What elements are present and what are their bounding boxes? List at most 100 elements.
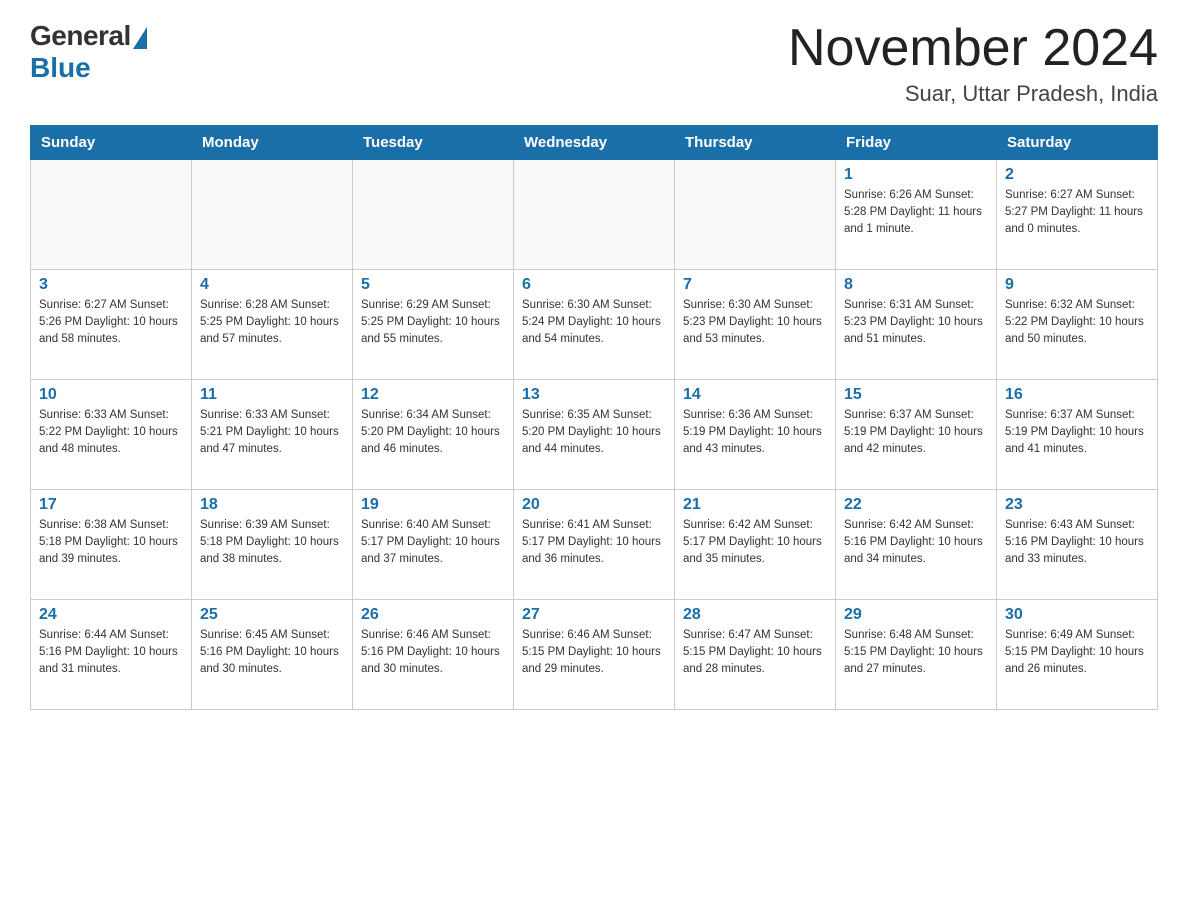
calendar-week-row: 10 Sunrise: 6:33 AM Sunset: 5:22 PM Dayli…	[31, 380, 1158, 490]
calendar-day-cell: 18Sunrise: 6:39 AM Sunset: 5:18 PM Dayli…	[192, 490, 353, 600]
day-number: 19	[361, 496, 505, 514]
calendar-day-cell: 29 Sunrise: 6:48 AM Sunset: 5:15 PM Dayli…	[836, 600, 997, 710]
day-number: 18	[200, 496, 344, 514]
day-info: Sunrise: 6:27 AM Sunset: 5:27 PM Dayligh…	[1005, 187, 1149, 237]
calendar-week-row: 17 Sunrise: 6:38 AM Sunset: 5:18 PM Dayli…	[31, 490, 1158, 600]
calendar-table: SundayMondayTuesdayWednesdayThursdayFrid…	[30, 125, 1158, 710]
day-info: Sunrise: 6:33 AM Sunset: 5:22 PM Dayligh…	[39, 407, 183, 457]
day-info: Sunrise: 6:32 AM Sunset: 5:22 PM Dayligh…	[1005, 297, 1149, 347]
day-number: 6	[522, 276, 666, 294]
day-number: 26	[361, 606, 505, 624]
calendar-day-cell: 26 Sunrise: 6:46 AM Sunset: 5:16 PM Dayli…	[353, 600, 514, 710]
calendar-day-cell: 4 Sunrise: 6:28 AM Sunset: 5:25 PM Daylig…	[192, 270, 353, 380]
logo-blue-text: Blue	[30, 52, 91, 84]
day-number: 12	[361, 386, 505, 404]
calendar-day-cell	[675, 160, 836, 270]
day-info: Sunrise: 6:37 AM Sunset: 5:19 PM Dayligh…	[1005, 407, 1149, 457]
day-of-week-header: Thursday	[675, 126, 836, 160]
logo: General Blue	[30, 20, 147, 84]
day-number: 21	[683, 496, 827, 514]
day-info: Sunrise: 6:29 AM Sunset: 5:25 PM Dayligh…	[361, 297, 505, 347]
calendar-day-cell: 21 Sunrise: 6:42 AM Sunset: 5:17 PM Dayli…	[675, 490, 836, 600]
day-info: Sunrise: 6:35 AM Sunset: 5:20 PM Dayligh…	[522, 407, 666, 457]
calendar-day-cell: 17 Sunrise: 6:38 AM Sunset: 5:18 PM Dayli…	[31, 490, 192, 600]
day-info: Sunrise: 6:46 AM Sunset: 5:15 PM Dayligh…	[522, 627, 666, 677]
day-info: Sunrise: 6:46 AM Sunset: 5:16 PM Dayligh…	[361, 627, 505, 677]
day-number: 25	[200, 606, 344, 624]
calendar-day-cell	[514, 160, 675, 270]
calendar-day-cell: 22 Sunrise: 6:42 AM Sunset: 5:16 PM Dayli…	[836, 490, 997, 600]
day-number: 7	[683, 276, 827, 294]
calendar-day-cell: 23 Sunrise: 6:43 AM Sunset: 5:16 PM Dayli…	[997, 490, 1158, 600]
day-info: Sunrise: 6:28 AM Sunset: 5:25 PM Dayligh…	[200, 297, 344, 347]
calendar-day-cell: 8 Sunrise: 6:31 AM Sunset: 5:23 PM Daylig…	[836, 270, 997, 380]
day-number: 24	[39, 606, 183, 624]
calendar-day-cell: 5 Sunrise: 6:29 AM Sunset: 5:25 PM Daylig…	[353, 270, 514, 380]
day-info: Sunrise: 6:26 AM Sunset: 5:28 PM Dayligh…	[844, 187, 988, 237]
calendar-day-cell: 10 Sunrise: 6:33 AM Sunset: 5:22 PM Dayli…	[31, 380, 192, 490]
day-number: 10	[39, 386, 183, 404]
day-of-week-header: Sunday	[31, 126, 192, 160]
day-number: 2	[1005, 166, 1149, 184]
calendar-day-cell: 3Sunrise: 6:27 AM Sunset: 5:26 PM Daylig…	[31, 270, 192, 380]
title-block: November 2024 Suar, Uttar Pradesh, India	[788, 20, 1158, 107]
day-number: 5	[361, 276, 505, 294]
day-number: 28	[683, 606, 827, 624]
day-number: 3	[39, 276, 183, 294]
day-info: Sunrise: 6:33 AM Sunset: 5:21 PM Dayligh…	[200, 407, 344, 457]
calendar-day-cell	[31, 160, 192, 270]
calendar-week-row: 3Sunrise: 6:27 AM Sunset: 5:26 PM Daylig…	[31, 270, 1158, 380]
day-info: Sunrise: 6:43 AM Sunset: 5:16 PM Dayligh…	[1005, 517, 1149, 567]
calendar-day-cell: 19 Sunrise: 6:40 AM Sunset: 5:17 PM Dayli…	[353, 490, 514, 600]
calendar-day-cell: 30 Sunrise: 6:49 AM Sunset: 5:15 PM Dayli…	[997, 600, 1158, 710]
calendar-day-cell: 2 Sunrise: 6:27 AM Sunset: 5:27 PM Daylig…	[997, 160, 1158, 270]
day-of-week-header: Tuesday	[353, 126, 514, 160]
day-of-week-header: Monday	[192, 126, 353, 160]
day-number: 9	[1005, 276, 1149, 294]
day-of-week-header: Saturday	[997, 126, 1158, 160]
day-number: 13	[522, 386, 666, 404]
day-number: 8	[844, 276, 988, 294]
calendar-day-cell: 13 Sunrise: 6:35 AM Sunset: 5:20 PM Dayli…	[514, 380, 675, 490]
day-number: 20	[522, 496, 666, 514]
day-number: 11	[200, 386, 344, 404]
day-number: 15	[844, 386, 988, 404]
day-number: 23	[1005, 496, 1149, 514]
day-info: Sunrise: 6:30 AM Sunset: 5:23 PM Dayligh…	[683, 297, 827, 347]
calendar-day-cell: 7 Sunrise: 6:30 AM Sunset: 5:23 PM Daylig…	[675, 270, 836, 380]
day-info: Sunrise: 6:49 AM Sunset: 5:15 PM Dayligh…	[1005, 627, 1149, 677]
logo-general-text: General	[30, 20, 131, 52]
day-number: 14	[683, 386, 827, 404]
calendar-day-cell: 20 Sunrise: 6:41 AM Sunset: 5:17 PM Dayli…	[514, 490, 675, 600]
day-number: 22	[844, 496, 988, 514]
day-number: 30	[1005, 606, 1149, 624]
day-of-week-header: Friday	[836, 126, 997, 160]
day-info: Sunrise: 6:42 AM Sunset: 5:17 PM Dayligh…	[683, 517, 827, 567]
day-info: Sunrise: 6:48 AM Sunset: 5:15 PM Dayligh…	[844, 627, 988, 677]
day-number: 16	[1005, 386, 1149, 404]
logo-triangle-icon	[133, 27, 147, 49]
day-number: 27	[522, 606, 666, 624]
calendar-header-row: SundayMondayTuesdayWednesdayThursdayFrid…	[31, 126, 1158, 160]
day-info: Sunrise: 6:40 AM Sunset: 5:17 PM Dayligh…	[361, 517, 505, 567]
location-subtitle: Suar, Uttar Pradesh, India	[788, 81, 1158, 107]
day-info: Sunrise: 6:44 AM Sunset: 5:16 PM Dayligh…	[39, 627, 183, 677]
calendar-day-cell: 15 Sunrise: 6:37 AM Sunset: 5:19 PM Dayli…	[836, 380, 997, 490]
day-info: Sunrise: 6:37 AM Sunset: 5:19 PM Dayligh…	[844, 407, 988, 457]
day-info: Sunrise: 6:41 AM Sunset: 5:17 PM Dayligh…	[522, 517, 666, 567]
calendar-day-cell	[192, 160, 353, 270]
day-number: 29	[844, 606, 988, 624]
calendar-day-cell: 14Sunrise: 6:36 AM Sunset: 5:19 PM Dayli…	[675, 380, 836, 490]
calendar-day-cell: 25Sunrise: 6:45 AM Sunset: 5:16 PM Dayli…	[192, 600, 353, 710]
calendar-day-cell: 16 Sunrise: 6:37 AM Sunset: 5:19 PM Dayli…	[997, 380, 1158, 490]
day-number: 1	[844, 166, 988, 184]
calendar-day-cell: 11 Sunrise: 6:33 AM Sunset: 5:21 PM Dayli…	[192, 380, 353, 490]
day-info: Sunrise: 6:38 AM Sunset: 5:18 PM Dayligh…	[39, 517, 183, 567]
day-info: Sunrise: 6:34 AM Sunset: 5:20 PM Dayligh…	[361, 407, 505, 457]
calendar-week-row: 24 Sunrise: 6:44 AM Sunset: 5:16 PM Dayli…	[31, 600, 1158, 710]
day-info: Sunrise: 6:31 AM Sunset: 5:23 PM Dayligh…	[844, 297, 988, 347]
day-number: 4	[200, 276, 344, 294]
day-info: Sunrise: 6:42 AM Sunset: 5:16 PM Dayligh…	[844, 517, 988, 567]
calendar-day-cell: 27 Sunrise: 6:46 AM Sunset: 5:15 PM Dayli…	[514, 600, 675, 710]
day-number: 17	[39, 496, 183, 514]
